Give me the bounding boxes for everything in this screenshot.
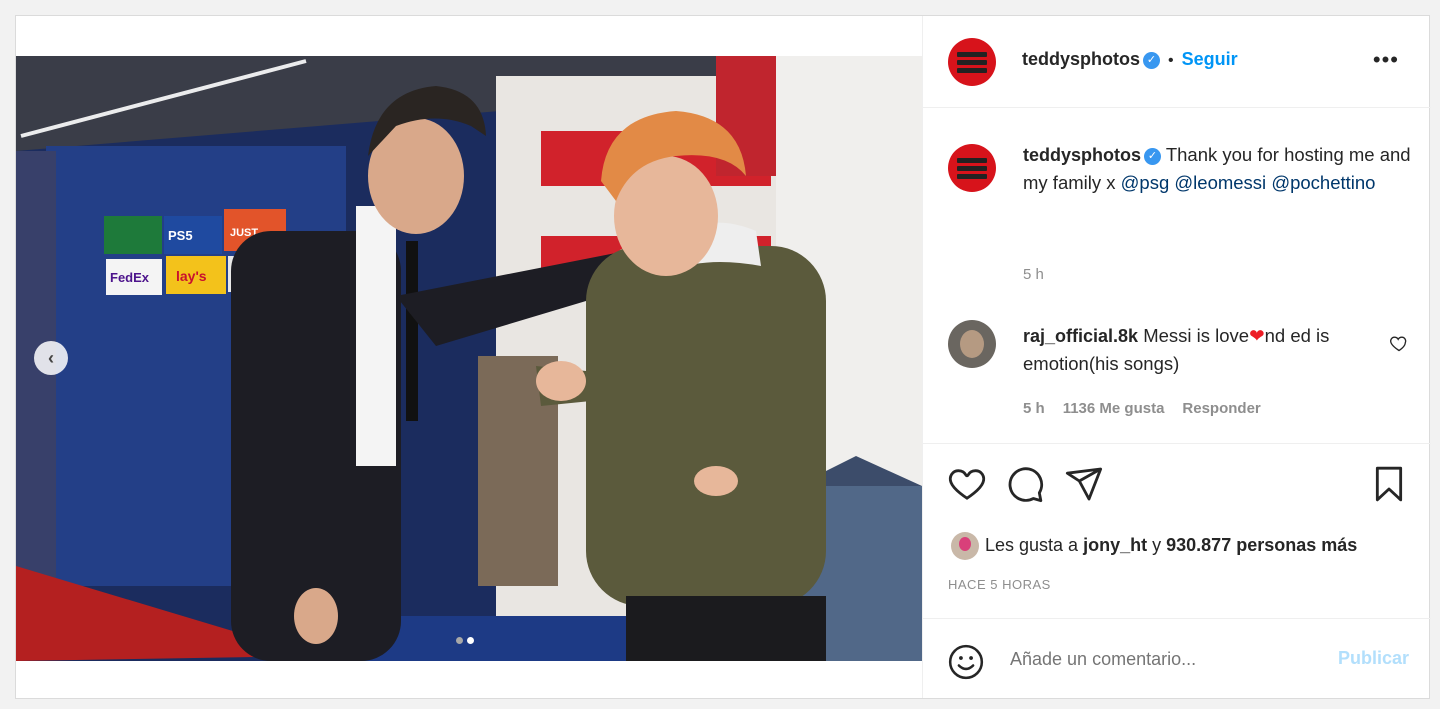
caption: teddysphotos ✓ Thank you for hosting me a… [1023,141,1413,196]
comment-body: raj_official.8k Messi is love❤nd ed is e… [1023,322,1373,377]
reply-button[interactable]: Responder [1182,400,1260,417]
comment-like-icon[interactable] [1389,333,1409,358]
like-heart-icon[interactable] [947,464,987,509]
comment-meta: 5 h 1136 Me gusta Responder [1023,400,1279,417]
carousel-indicator [456,631,478,649]
emoji-smiley-icon[interactable] [947,643,985,686]
caption-avatar[interactable] [948,144,996,192]
share-send-icon[interactable] [1064,464,1104,509]
username-link[interactable]: teddysphotos [1022,49,1140,69]
verified-badge-icon: ✓ [1143,52,1161,70]
avatar[interactable] [948,38,996,86]
post-card: PS5 JUST FedEx lay's ‹ teddysphotos ✓ • … [15,15,1431,699]
likes-prefix: Les gusta a [985,534,1079,555]
add-comment-bar: Publicar [923,618,1431,699]
comment-likes[interactable]: 1136 Me gusta [1063,400,1165,417]
comment-input[interactable] [1008,648,1312,671]
liker-avatar[interactable] [951,532,979,560]
logo-ps5: PS5 [168,228,193,243]
post-photo[interactable]: PS5 JUST FedEx lay's ‹ [16,56,922,661]
post-actions: Les gusta a jony_ht y 930.877 personas m… [923,443,1431,619]
comment-username[interactable]: raj_official.8k [1023,326,1138,346]
caption-time[interactable]: 5 h [1023,266,1044,283]
mention-pochettino[interactable]: @pochettino [1271,172,1375,193]
caption-username[interactable]: teddysphotos [1023,145,1141,165]
heart-emoji-icon: ❤ [1249,325,1265,346]
follow-button[interactable]: Seguir [1182,49,1238,69]
save-bookmark-icon[interactable] [1369,464,1409,509]
comments-list[interactable]: teddysphotos ✓ Thank you for hosting me a… [923,107,1431,443]
carousel-dot-active [467,637,474,644]
post-header: teddysphotos ✓ • Seguir ••• [923,16,1431,108]
mention-leomessi[interactable]: @leomessi [1174,172,1266,193]
carousel-dot [456,637,463,644]
logo-fedex: FedEx [110,270,150,285]
likes-summary: Les gusta a jony_ht y 930.877 personas m… [951,532,1357,560]
likes-middle: y [1152,534,1162,555]
liker-username[interactable]: jony_ht [1083,535,1147,555]
previous-photo-button[interactable]: ‹ [34,341,68,375]
post-sidebar: teddysphotos ✓ • Seguir ••• teddysphotos ✓ T… [922,16,1431,698]
header-info: teddysphotos ✓ • Seguir [1022,49,1238,70]
comment-bubble-icon[interactable] [1005,464,1045,509]
comment-text: Messi is love [1143,325,1250,346]
post-timestamp[interactable]: HACE 5 HORAS [948,577,1051,592]
logo-lays: lay's [176,268,207,284]
comment-time[interactable]: 5 h [1023,400,1045,417]
mention-psg[interactable]: @psg [1121,172,1170,193]
publish-button[interactable]: Publicar [1338,648,1409,669]
likes-count[interactable]: 930.877 personas más [1166,535,1357,555]
photo-illustration: PS5 JUST FedEx lay's [16,56,922,661]
verified-badge-icon: ✓ [1144,147,1162,165]
commenter-avatar[interactable] [948,320,996,368]
separator-dot: • [1168,52,1174,69]
